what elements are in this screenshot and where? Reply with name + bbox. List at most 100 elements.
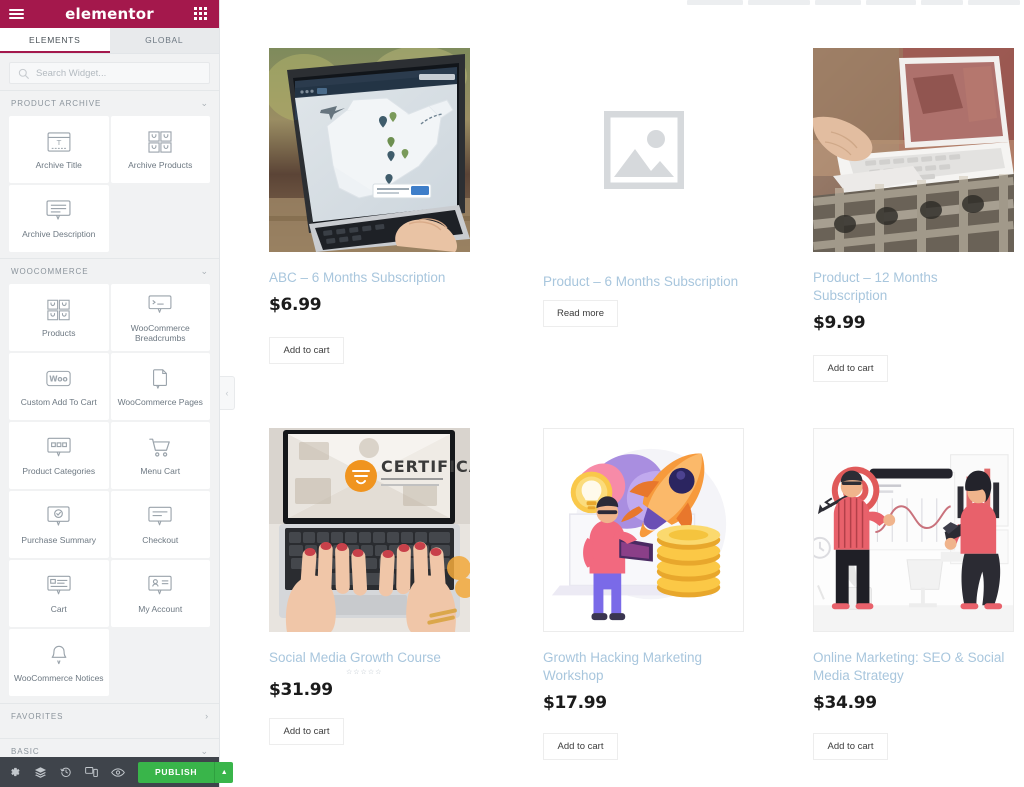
product-card[interactable]: ABC – 6 Months Subscription $6.99 Add to… (269, 48, 470, 398)
widget-label: Archive Products (128, 159, 193, 170)
widget-custom-add-to-cart[interactable]: Woo Custom Add To Cart (9, 353, 109, 420)
canvas-top-toolbar-sliver (220, 0, 1024, 8)
widget-label: WooCommerce Pages (117, 396, 203, 407)
widget-label: WooCommerce Notices (13, 672, 104, 683)
navigator-layers-icon[interactable] (34, 766, 47, 779)
widget-cart[interactable]: Cart (9, 560, 109, 627)
chevron-down-icon: ⌄ (200, 98, 209, 108)
widget-menu-cart[interactable]: Menu Cart (110, 422, 210, 489)
widget-archive-products[interactable]: Archive Products (110, 116, 210, 183)
publish-button[interactable]: PUBLISH (138, 761, 215, 783)
read-more-button[interactable]: Read more (543, 299, 618, 327)
product-title[interactable]: Product – 6 Months Subscription (543, 273, 744, 291)
widget-label: Archive Title (35, 159, 82, 170)
svg-text:T: T (56, 138, 62, 147)
svg-text:CERTIFICATION: CERTIFICATION (381, 457, 470, 476)
preview-eye-icon[interactable] (111, 767, 125, 778)
panel-collapse-handle[interactable]: ‹ (220, 376, 235, 410)
archive-title-icon: T (47, 129, 71, 155)
widget-label: Product Categories (22, 465, 96, 476)
product-card[interactable]: Product – 6 Months Subscription Read mor… (527, 48, 744, 398)
widget-product-categories[interactable]: Product Categories (9, 422, 109, 489)
widget-label: Archive Description (22, 228, 96, 239)
product-title[interactable]: ABC – 6 Months Subscription (269, 269, 470, 287)
tab-elements[interactable]: ELEMENTS (0, 28, 110, 53)
chevron-right-icon: › (205, 711, 209, 721)
product-price: $31.99 (269, 679, 333, 700)
my-account-icon (148, 573, 172, 599)
widget-woocommerce-notices[interactable]: WooCommerce Notices (9, 629, 109, 696)
settings-gear-icon[interactable] (9, 766, 21, 778)
grid-apps-icon[interactable] (194, 7, 210, 21)
widget-woocommerce-pages[interactable]: WooCommerce Pages (110, 353, 210, 420)
add-to-cart-button[interactable]: Add to cart (269, 717, 344, 745)
archive-products-icon (148, 129, 172, 155)
product-price: $9.99 (813, 312, 866, 333)
product-image-laptop-lap[interactable] (813, 48, 1014, 252)
breadcrumbs-icon (148, 292, 172, 318)
product-image-placeholder[interactable] (543, 48, 744, 252)
widget-label: Checkout (142, 534, 179, 545)
products-grid: ABC – 6 Months Subscription $6.99 Add to… (220, 8, 1024, 776)
search-box[interactable] (9, 62, 210, 84)
widget-grid-woocommerce: Products WooCommerce Breadcrumbs Woo Cus… (0, 284, 219, 698)
placeholder-image-icon (543, 48, 744, 252)
archive-description-icon (46, 198, 71, 224)
widget-list[interactable]: PRODUCT ARCHIVE ⌄ T Archive Title Archiv… (0, 90, 219, 757)
widget-archive-title[interactable]: T Archive Title (9, 116, 109, 183)
product-image-rocket-growth[interactable] (543, 427, 744, 632)
search-input[interactable] (36, 67, 201, 79)
publish-group: PUBLISH ▲ (138, 761, 234, 783)
category-header-woocommerce[interactable]: WOOCOMMERCE ⌄ (0, 258, 219, 284)
product-card[interactable]: Product – 12 Months Subscription $9.99 A… (801, 48, 1014, 398)
widget-label: My Account (138, 603, 183, 614)
add-to-cart-button[interactable]: Add to cart (813, 354, 888, 382)
add-to-cart-button[interactable]: Add to cart (813, 732, 888, 760)
editor-canvas[interactable]: ABC – 6 Months Subscription $6.99 Add to… (220, 0, 1024, 787)
category-header-product-archive[interactable]: PRODUCT ARCHIVE ⌄ (0, 90, 219, 116)
widget-label: Menu Cart (140, 465, 181, 476)
history-revisions-icon[interactable] (60, 766, 72, 778)
product-price: $17.99 (543, 692, 607, 713)
checkout-icon (148, 504, 172, 530)
widget-checkout[interactable]: Checkout (110, 491, 210, 558)
widget-archive-description[interactable]: Archive Description (9, 185, 109, 252)
product-price: $34.99 (813, 692, 877, 713)
product-title[interactable]: Online Marketing: SEO & Social Media Str… (813, 649, 1014, 685)
panel-footer: PUBLISH ▲ (0, 757, 234, 787)
responsive-mode-icon[interactable] (85, 766, 98, 778)
notices-bell-icon (48, 642, 70, 668)
panel-header: elementor (0, 0, 219, 28)
product-title[interactable]: Social Media Growth Course (269, 649, 470, 667)
product-image-presentation-chart[interactable] (813, 427, 1014, 632)
widget-woocommerce-breadcrumbs[interactable]: WooCommerce Breadcrumbs (110, 284, 210, 351)
widget-purchase-summary[interactable]: Purchase Summary (9, 491, 109, 558)
product-rating: ☆☆☆☆☆ (346, 668, 383, 676)
category-label: FAVORITES (11, 711, 64, 721)
category-header-basic[interactable]: BASIC ⌄ (0, 738, 219, 757)
product-card[interactable]: Online Marketing: SEO & Social Media Str… (801, 398, 1014, 776)
panel-tabs: ELEMENTS GLOBAL (0, 28, 219, 54)
purchase-summary-icon (47, 504, 70, 530)
widget-products[interactable]: Products (9, 284, 109, 351)
category-header-favorites[interactable]: FAVORITES › (0, 703, 219, 728)
category-label: BASIC (11, 747, 40, 756)
elementor-panel: elementor ELEMENTS GLOBAL PRODUCT ARCHIV… (0, 0, 234, 787)
product-image-certification-laptop[interactable]: CERTIFICATION (269, 427, 470, 632)
widget-label: Custom Add To Cart (20, 396, 97, 407)
publish-options-caret-icon[interactable]: ▲ (214, 761, 234, 783)
add-to-cart-button[interactable]: Add to cart (543, 732, 618, 760)
tab-global[interactable]: GLOBAL (109, 28, 219, 53)
hamburger-icon[interactable] (9, 7, 25, 21)
product-title[interactable]: Product – 12 Months Subscription (813, 269, 1014, 305)
product-card[interactable]: Growth Hacking Marketing Workshop $17.99… (527, 398, 744, 776)
product-image-laptop-map[interactable] (269, 48, 470, 252)
woo-add-to-cart-icon: Woo (46, 366, 71, 392)
widget-grid-product-archive: T Archive Title Archive Products Archive… (0, 116, 219, 254)
widget-my-account[interactable]: My Account (110, 560, 210, 627)
add-to-cart-button[interactable]: Add to cart (269, 336, 344, 364)
widget-label: WooCommerce Breadcrumbs (130, 322, 190, 343)
product-title[interactable]: Growth Hacking Marketing Workshop (543, 649, 744, 685)
product-card[interactable]: CERTIFICATION (269, 398, 470, 776)
chevron-down-icon: ⌄ (200, 746, 209, 756)
